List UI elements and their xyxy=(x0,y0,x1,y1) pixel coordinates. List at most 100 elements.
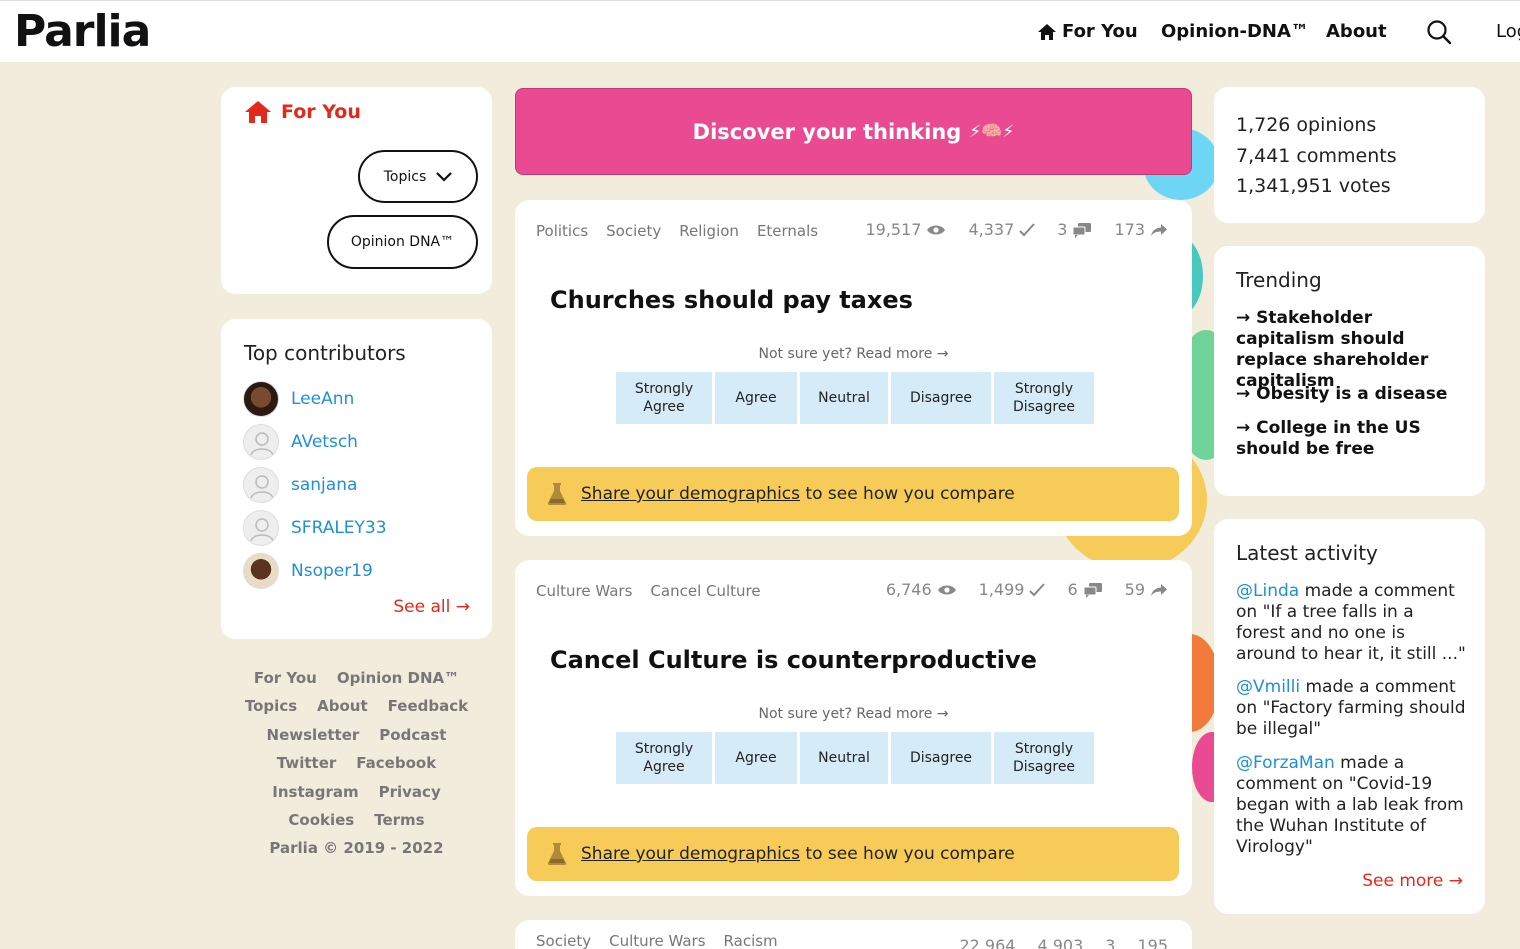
tag-link[interactable]: Culture Wars xyxy=(609,932,705,949)
vote-agree[interactable]: Agree xyxy=(715,372,797,424)
shares-stat[interactable]: 59 xyxy=(1125,580,1168,599)
see-more-link[interactable]: See more → xyxy=(1362,871,1463,891)
shares-count: 195 xyxy=(1137,936,1168,949)
opinion-dna-button[interactable]: Opinion DNA™ xyxy=(327,215,478,269)
vote-strongly-disagree[interactable]: Strongly Disagree xyxy=(994,372,1094,424)
login-link[interactable]: Log xyxy=(1496,21,1520,42)
activity-item: @Linda made a comment on "If a tree fall… xyxy=(1236,581,1468,665)
home-icon xyxy=(1038,23,1056,40)
vote-disagree[interactable]: Disagree xyxy=(891,732,991,784)
vote-strongly-agree[interactable]: Strongly Agree xyxy=(616,732,712,784)
activity-user-link[interactable]: @Linda xyxy=(1236,581,1299,601)
latest-activity-heading: Latest activity xyxy=(1236,541,1378,565)
tag-link[interactable]: Racism xyxy=(724,932,778,949)
nav-about-label: About xyxy=(1326,21,1387,42)
footer-link[interactable]: Topics xyxy=(245,697,297,715)
opinion-title[interactable]: Churches should pay taxes xyxy=(550,286,913,314)
banner-emojis: ⚡🧠⚡ xyxy=(969,121,1015,142)
shares-stat[interactable]: 173 xyxy=(1114,220,1168,239)
copyright-text: Parlia © 2019 - 2022 xyxy=(269,839,444,858)
opinion-dna-label: Opinion DNA™ xyxy=(350,234,455,250)
for-you-heading[interactable]: For You xyxy=(245,101,361,123)
footer-links: For You Opinion DNA™ Topics About Feedback … xyxy=(221,664,492,863)
top-header: Parlia For You Opinion-DNA™ About Log xyxy=(0,0,1520,62)
eye-icon xyxy=(927,225,946,234)
footer-link[interactable]: Terms xyxy=(374,811,424,829)
comments-icon xyxy=(1083,582,1102,598)
vote-disagree[interactable]: Disagree xyxy=(891,372,991,424)
opinion-card: Society Culture Wars Racism 22,964 4,903… xyxy=(515,920,1192,949)
tag-link[interactable]: Society xyxy=(606,222,661,240)
tag-link[interactable]: Religion xyxy=(679,222,739,240)
see-all-link[interactable]: See all → xyxy=(393,597,470,617)
avatar xyxy=(243,424,279,460)
comments-count: 6 xyxy=(1067,580,1078,599)
topics-dropdown[interactable]: Topics xyxy=(358,150,478,203)
footer-link[interactable]: Podcast xyxy=(379,726,446,744)
footer-link[interactable]: Instagram xyxy=(272,783,358,801)
contributor-item[interactable]: AVetsch xyxy=(243,424,358,460)
read-more-link[interactable]: Not sure yet? Read more → xyxy=(515,346,1192,362)
views-stat: 22,964 xyxy=(959,936,1015,949)
opinions-count: 1,726 opinions xyxy=(1236,114,1377,136)
footer-link[interactable]: Privacy xyxy=(379,783,441,801)
search-button[interactable] xyxy=(1426,19,1452,45)
share-demographics-bar[interactable]: Share your demographics to see how you c… xyxy=(527,827,1179,881)
user-placeholder-icon xyxy=(250,432,274,456)
vote-strongly-agree[interactable]: Strongly Agree xyxy=(616,372,712,424)
footer-link[interactable]: Newsletter xyxy=(267,726,360,744)
vote-options: Strongly Agree Agree Neutral Disagree St… xyxy=(616,732,1094,784)
vote-neutral[interactable]: Neutral xyxy=(800,732,888,784)
share-demographics-bar[interactable]: Share your demographics to see how you c… xyxy=(527,467,1179,521)
votes-count: 1,499 xyxy=(978,580,1025,599)
trending-link[interactable]: → Stakeholder capitalism should replace … xyxy=(1236,308,1468,392)
share-demographics-link[interactable]: Share your demographics xyxy=(581,484,800,504)
footer-link[interactable]: Feedback xyxy=(388,697,468,715)
trending-link[interactable]: → College in the US should be free xyxy=(1236,418,1468,460)
vote-options: Strongly Agree Agree Neutral Disagree St… xyxy=(616,372,1094,424)
nav-about[interactable]: About xyxy=(1326,21,1387,42)
tag-link[interactable]: Culture Wars xyxy=(536,582,632,600)
votes-stat: 4,337 xyxy=(968,220,1036,239)
read-more-link[interactable]: Not sure yet? Read more → xyxy=(515,706,1192,722)
contributor-item[interactable]: SFRALEY33 xyxy=(243,510,387,546)
trending-link[interactable]: → Obesity is a disease xyxy=(1236,384,1468,405)
footer-link[interactable]: Cookies xyxy=(288,811,354,829)
discover-thinking-banner[interactable]: Discover your thinking ⚡🧠⚡ xyxy=(515,88,1192,175)
nav-opinion-dna[interactable]: Opinion-DNA™ xyxy=(1161,21,1309,42)
activity-item: @ForzaMan made a comment on "Covid-19 be… xyxy=(1236,753,1468,858)
activity-user-link[interactable]: @ForzaMan xyxy=(1236,753,1335,773)
opinion-title[interactable]: Cancel Culture is counterproductive xyxy=(550,646,1037,674)
shares-stat[interactable]: 195 xyxy=(1137,936,1168,949)
tag-link[interactable]: Eternals xyxy=(757,222,818,240)
flask-icon xyxy=(547,483,567,505)
contributor-item[interactable]: sanjana xyxy=(243,467,357,503)
footer-link[interactable]: Opinion DNA™ xyxy=(337,669,459,687)
share-arrow-icon xyxy=(1151,583,1167,596)
footer-link[interactable]: Facebook xyxy=(356,754,436,772)
opinion-tags: Politics Society Religion Eternals xyxy=(536,222,818,240)
login-label: Log xyxy=(1496,21,1520,42)
nav-for-you[interactable]: For You xyxy=(1038,21,1138,42)
vote-agree[interactable]: Agree xyxy=(715,732,797,784)
footer-link[interactable]: Twitter xyxy=(277,754,337,772)
opinion-tags: Society Culture Wars Racism xyxy=(536,932,778,949)
comments-count: 7,441 comments xyxy=(1236,144,1397,167)
checkmark-icon xyxy=(1029,582,1046,596)
vote-strongly-disagree[interactable]: Strongly Disagree xyxy=(994,732,1094,784)
contributor-name: AVetsch xyxy=(291,432,358,452)
vote-neutral[interactable]: Neutral xyxy=(800,372,888,424)
contributor-item[interactable]: Nsoper19 xyxy=(243,553,373,589)
footer-link[interactable]: For You xyxy=(254,669,317,687)
share-demographics-text: to see how you compare xyxy=(805,484,1015,504)
search-icon xyxy=(1427,20,1452,45)
tag-link[interactable]: Society xyxy=(536,932,591,949)
footer-link[interactable]: About xyxy=(317,697,368,715)
tag-link[interactable]: Cancel Culture xyxy=(650,582,760,600)
activity-user-link[interactable]: @Vmilli xyxy=(1236,677,1300,697)
contributor-item[interactable]: LeeAnn xyxy=(243,381,354,417)
parlia-logo[interactable]: Parlia xyxy=(14,6,151,57)
share-demographics-link[interactable]: Share your demographics xyxy=(581,844,800,864)
share-demographics-text: to see how you compare xyxy=(805,844,1015,864)
tag-link[interactable]: Politics xyxy=(536,222,588,240)
